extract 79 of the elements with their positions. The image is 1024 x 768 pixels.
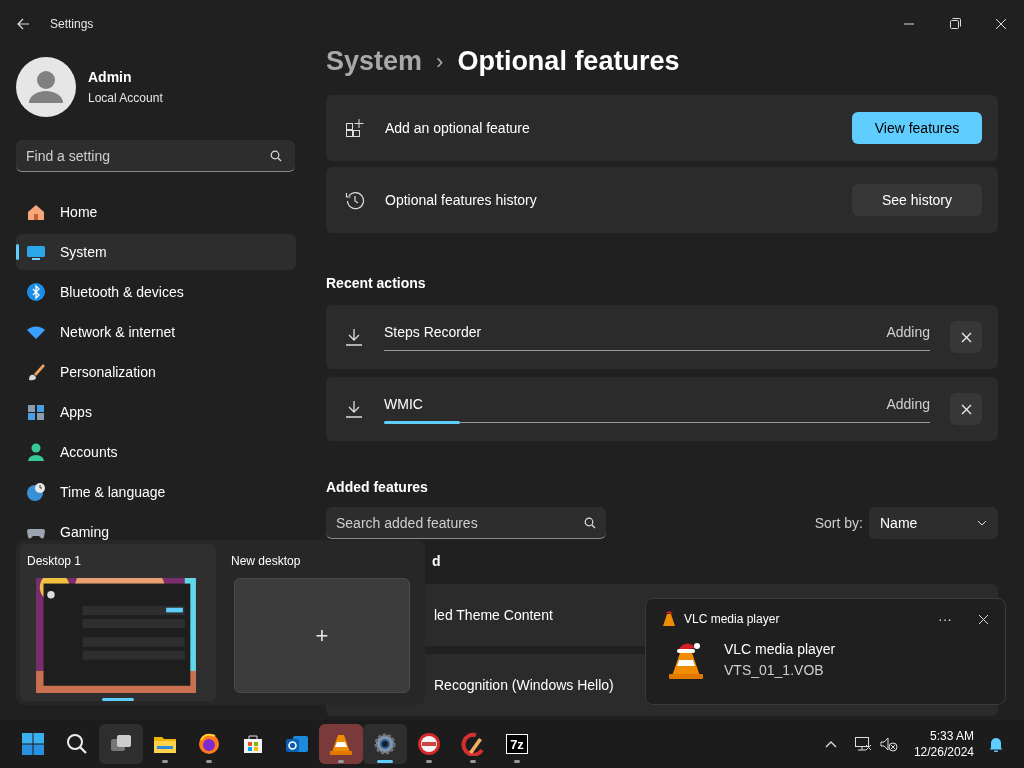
close-icon[interactable] <box>978 613 989 625</box>
taskbar-button[interactable] <box>319 724 363 764</box>
bell-icon[interactable] <box>988 736 1004 752</box>
clock-time[interactable]: 5:33 AM <box>929 728 974 744</box>
brush-app-icon <box>461 732 485 756</box>
cone-icon <box>662 611 676 627</box>
search-icon <box>270 150 282 162</box>
section-heading: d <box>432 552 441 571</box>
house-icon <box>26 202 46 222</box>
card-label: Optional features history <box>385 190 538 210</box>
feature-name: led Theme Content <box>434 605 553 625</box>
breadcrumb-separator: › <box>436 47 444 76</box>
history-icon <box>345 190 365 210</box>
nav-item[interactable]: Personalization <box>16 354 296 390</box>
apps-icon <box>26 402 46 422</box>
store-bag-icon <box>241 732 265 756</box>
speaker-muted-icon[interactable] <box>879 736 898 752</box>
chevron-up-icon[interactable] <box>824 740 837 748</box>
cancel-button[interactable] <box>950 393 982 425</box>
search-field[interactable]: Find a setting <box>16 140 295 172</box>
toast-body: VTS_01_1.VOB <box>724 661 825 680</box>
taskbar-button[interactable] <box>99 724 143 764</box>
windows-icon <box>21 732 45 756</box>
nav-item[interactable]: Apps <box>16 394 296 430</box>
sort-label: Sort by: <box>814 513 863 533</box>
no-entry-icon <box>417 732 441 756</box>
desktop-label: Desktop 1 <box>27 553 83 570</box>
search-icon <box>65 732 89 756</box>
download-icon <box>345 328 363 346</box>
section-heading: Recent actions <box>326 274 427 293</box>
download-icon <box>345 400 363 418</box>
taskbar-button[interactable] <box>363 724 407 764</box>
taskbar-button[interactable]: 7z <box>495 724 539 764</box>
feature-name: Recognition (Windows Hello) <box>434 675 614 695</box>
add-feature-icon <box>345 118 365 138</box>
more-button[interactable]: ··· <box>938 608 952 630</box>
bluetooth-icon <box>26 282 46 302</box>
status-text: Adding <box>886 395 930 414</box>
sort-dropdown[interactable]: Name <box>869 507 998 539</box>
traffic-cone-icon <box>329 732 353 756</box>
close-icon <box>960 331 972 343</box>
person-icon <box>26 442 46 462</box>
avatar-icon <box>16 57 76 117</box>
nav-item[interactable]: Home <box>16 194 296 230</box>
card-button[interactable]: View features <box>852 112 982 144</box>
back-icon[interactable] <box>17 18 30 30</box>
section-heading: Added features <box>326 478 429 497</box>
cancel-button[interactable] <box>950 321 982 353</box>
card-label: Add an optional feature <box>385 118 531 138</box>
nav-item[interactable]: Time & language <box>16 474 296 510</box>
nav-item[interactable]: System <box>16 234 296 270</box>
account-type: Local Account <box>88 90 163 107</box>
card-button[interactable]: See history <box>852 184 982 216</box>
clock-date[interactable]: 12/26/2024 <box>913 744 974 760</box>
desktop-label: New desktop <box>231 553 302 570</box>
status-text: Adding <box>886 323 930 342</box>
notification-toast[interactable]: VLC media player ··· VLC media player VTS_01_1.VOB <box>645 598 1006 705</box>
globe-clock-icon <box>26 482 46 502</box>
toast-title: VLC media player <box>724 640 836 659</box>
gear-icon <box>373 732 397 756</box>
feature-name: WMIC <box>384 395 424 414</box>
chevron-down-icon <box>977 520 987 526</box>
new-desktop-button[interactable]: + <box>234 578 410 694</box>
toast-app-name: VLC media player <box>684 611 780 628</box>
search-icon <box>584 517 596 529</box>
breadcrumb-parent[interactable]: System <box>326 40 423 82</box>
paintbrush-icon <box>26 362 46 382</box>
page-title: Optional features <box>457 44 680 78</box>
nav-item[interactable]: Network & internet <box>16 314 296 350</box>
desktop-card[interactable]: Desktop 1 <box>20 544 216 701</box>
network-icon[interactable] <box>853 736 872 752</box>
profile-name: Admin <box>88 68 133 87</box>
feature-name: Steps Recorder <box>384 323 483 342</box>
search-field[interactable]: Search added features <box>326 507 606 539</box>
traffic-cone-icon <box>668 640 704 680</box>
nav-item[interactable]: Bluetooth & devices <box>16 274 296 310</box>
nav-item[interactable]: Accounts <box>16 434 296 470</box>
close-icon <box>960 403 972 415</box>
window-title: Settings <box>50 16 94 33</box>
